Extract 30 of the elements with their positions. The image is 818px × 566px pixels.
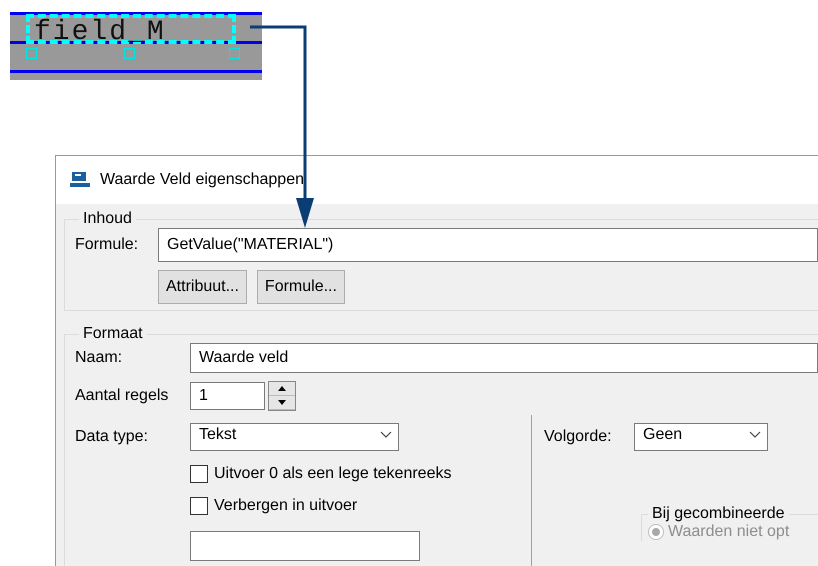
chevron-down-icon — [749, 431, 761, 439]
name-label: Naam: — [75, 349, 124, 367]
dialog-button[interactable]: Attribuut... — [158, 270, 247, 304]
order-label: Volgorde: — [544, 428, 613, 446]
formula-field[interactable]: GetValue("MATERIAL") — [158, 228, 818, 262]
checkbox[interactable] — [190, 465, 208, 483]
input-field[interactable] — [190, 531, 420, 561]
resize-handle[interactable] — [229, 48, 240, 59]
group-legend: Formaat — [79, 325, 147, 343]
dialog-button[interactable]: Formule... — [256, 270, 345, 304]
window-title: Waarde Veld eigenschappen — [100, 171, 304, 189]
resize-handle[interactable] — [26, 48, 37, 59]
spin-button[interactable] — [268, 381, 296, 411]
formula-label: Formule: — [75, 236, 140, 254]
lines-field[interactable]: 1 — [190, 382, 265, 410]
name-field[interactable]: Waarde veld — [190, 343, 818, 373]
lines-label: Aantal regels — [75, 387, 170, 405]
group-legend: Bij gecombineerde — [648, 505, 789, 523]
resize-handle[interactable] — [124, 48, 135, 59]
app-icon — [69, 171, 91, 189]
down-arrow-icon — [278, 400, 286, 405]
order-dropdown[interactable]: Geen — [634, 423, 768, 451]
data-type-dropdown[interactable]: Tekst — [190, 423, 399, 451]
checkbox-label: Uitvoer 0 als een lege tekenreeks — [214, 465, 452, 483]
up-arrow-icon — [278, 386, 286, 391]
chevron-down-icon — [380, 431, 392, 439]
checkbox-label: Verbergen in uitvoer — [214, 497, 358, 515]
group-legend: Inhoud — [79, 210, 136, 228]
data-type-label: Data type: — [75, 428, 149, 446]
checkbox[interactable] — [190, 497, 208, 515]
